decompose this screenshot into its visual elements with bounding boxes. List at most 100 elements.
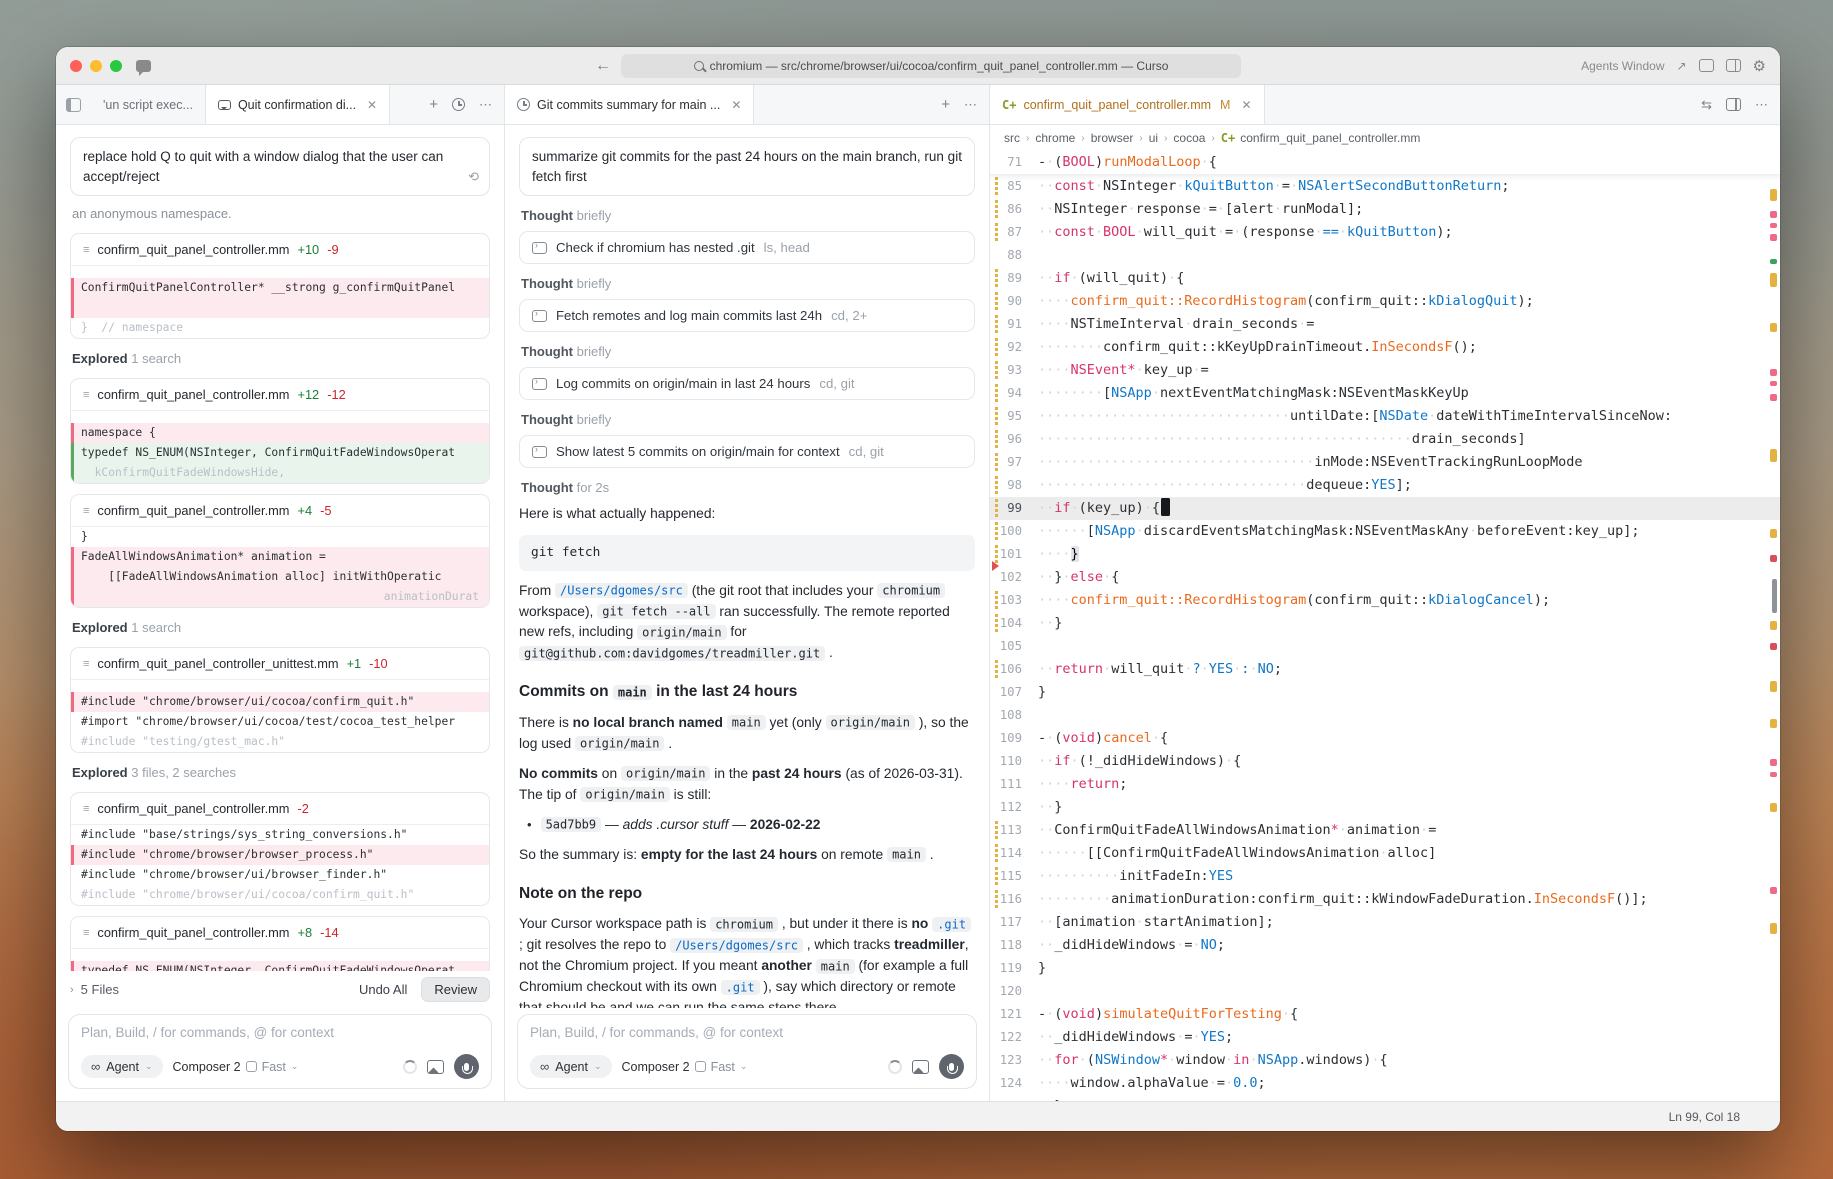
code-line[interactable]: 122··_didHideWindows·=·YES; — [990, 1026, 1780, 1049]
code-line[interactable]: 107} — [990, 681, 1780, 704]
diff-card-header[interactable]: ≡confirm_quit_panel_controller_unittest.… — [71, 648, 489, 680]
code-line[interactable]: 103····confirm_quit::RecordHistogram(con… — [990, 589, 1780, 612]
overview-ruler[interactable] — [1768, 151, 1778, 1101]
close-window-button[interactable] — [70, 60, 82, 72]
code-area[interactable]: 71-·(BOOL)runModalLoop·{ 85··const·NSInt… — [990, 151, 1780, 1101]
undo-all-button[interactable]: Undo All — [359, 982, 407, 997]
diff-card[interactable]: ≡confirm_quit_panel_controller_unittest.… — [70, 647, 490, 753]
code-line[interactable]: 93····NSEvent*·key_up·= — [990, 359, 1780, 382]
code-line[interactable]: 108 — [990, 704, 1780, 727]
breadcrumb-file[interactable]: C+confirm_quit_panel_controller.mm — [1221, 131, 1421, 145]
panel-icon[interactable] — [1699, 59, 1714, 72]
back-arrow-icon[interactable]: ← — [595, 57, 611, 75]
minimize-window-button[interactable] — [90, 60, 102, 72]
history-icon[interactable] — [452, 98, 465, 111]
agent-mode-dropdown[interactable]: ∞ Agent ⌄ — [81, 1055, 163, 1078]
close-tab-icon[interactable]: ✕ — [731, 98, 741, 112]
sidebar-toggle-icon[interactable] — [66, 98, 81, 112]
diff-card[interactable]: ≡confirm_quit_panel_controller.mm+8-14ty… — [70, 916, 490, 971]
voice-input-button[interactable] — [454, 1054, 479, 1079]
model-dropdown[interactable]: Composer 2 Fast ⌄ — [173, 1060, 299, 1074]
chat-bubble-icon[interactable] — [136, 60, 151, 72]
model-dropdown[interactable]: Composer 2 Fast ⌄ — [622, 1060, 748, 1074]
middle-chat-scroll[interactable]: summarize git commits for the past 24 ho… — [505, 125, 989, 1008]
code-line[interactable]: 124····window.alphaValue·=·0.0; — [990, 1072, 1780, 1095]
left-chat-scroll[interactable]: replace hold Q to quit with a window dia… — [56, 125, 504, 971]
code-line[interactable]: 99··if·(key_up)·{ — [990, 497, 1780, 520]
user-prompt[interactable]: summarize git commits for the past 24 ho… — [519, 137, 975, 196]
gear-icon[interactable]: ⚙ — [1753, 57, 1766, 75]
code-line[interactable]: 111····return; — [990, 773, 1780, 796]
agent-mode-dropdown[interactable]: ∞ Agent ⌄ — [530, 1055, 612, 1078]
breadcrumb-segment[interactable]: browser — [1091, 131, 1134, 145]
review-button[interactable]: Review — [421, 977, 490, 1002]
window-title-pill[interactable]: chromium — src/chrome/browser/ui/cocoa/c… — [621, 54, 1241, 78]
code-line[interactable]: 117··[animation·startAnimation]; — [990, 911, 1780, 934]
tab-run-script[interactable]: 'un script exec... — [91, 85, 206, 124]
code-line[interactable]: 86··NSInteger·response·=·[alert·runModal… — [990, 198, 1780, 221]
code-line[interactable]: 112··} — [990, 796, 1780, 819]
code-line[interactable]: 119} — [990, 957, 1780, 980]
breadcrumb[interactable]: src›chrome›browser›ui›cocoa›C+confirm_qu… — [990, 125, 1780, 151]
new-tab-icon[interactable]: + — [429, 96, 438, 113]
code-line[interactable]: 113··ConfirmQuitFadeAllWindowsAnimation*… — [990, 819, 1780, 842]
tool-call-card[interactable]: Fetch remotes and log main commits last … — [519, 299, 975, 332]
code-line[interactable]: 114······[[ConfirmQuitFadeAllWindowsAnim… — [990, 842, 1780, 865]
split-layout-icon[interactable] — [1726, 59, 1741, 72]
code-line[interactable]: 109-·(void)cancel·{ — [990, 727, 1780, 750]
breadcrumb-segment[interactable]: cocoa — [1173, 131, 1205, 145]
code-line[interactable]: 123··for·(NSWindow*·window·in·NSApp.wind… — [990, 1049, 1780, 1072]
more-options-icon[interactable]: ⋯ — [479, 97, 492, 113]
diff-card-header[interactable]: ≡confirm_quit_panel_controller.mm+4-5 — [71, 495, 489, 527]
code-line[interactable]: 125··} — [990, 1095, 1780, 1101]
close-tab-icon[interactable]: ✕ — [1241, 98, 1251, 112]
new-tab-icon[interactable]: + — [941, 96, 950, 113]
code-line[interactable]: 95·······························untilDa… — [990, 405, 1780, 428]
diff-card-header[interactable]: ≡confirm_quit_panel_controller.mm+12-12 — [71, 379, 489, 411]
more-options-icon[interactable]: ⋯ — [964, 97, 977, 113]
tool-call-card[interactable]: Check if chromium has nested .gitls, hea… — [519, 231, 975, 264]
breadcrumb-segment[interactable]: chrome — [1035, 131, 1075, 145]
attach-image-icon[interactable] — [427, 1060, 444, 1074]
tool-call-card[interactable]: Show latest 5 commits on origin/main for… — [519, 435, 975, 468]
diff-card-header[interactable]: ≡confirm_quit_panel_controller.mm-2 — [71, 793, 489, 825]
code-line[interactable]: 105 — [990, 635, 1780, 658]
code-line[interactable]: 100······[NSApp·discardEventsMatchingMas… — [990, 520, 1780, 543]
zoom-window-button[interactable] — [110, 60, 122, 72]
split-editor-icon[interactable] — [1726, 98, 1741, 111]
code-line[interactable]: 101····} — [990, 543, 1780, 566]
code-line[interactable]: 116·········animationDuration:confirm_qu… — [990, 888, 1780, 911]
code-line[interactable]: 104··} — [990, 612, 1780, 635]
agents-window-label[interactable]: Agents Window — [1581, 59, 1664, 73]
middle-composer[interactable]: Plan, Build, / for commands, @ for conte… — [517, 1014, 977, 1089]
code-line[interactable]: 87··const·BOOL·will_quit·=·(response·==·… — [990, 221, 1780, 244]
tab-quit-confirmation[interactable]: Quit confirmation di... ✕ — [206, 85, 390, 124]
tab-editor-file[interactable]: C+ confirm_quit_panel_controller.mm M ✕ — [990, 85, 1265, 124]
diff-card[interactable]: ≡confirm_quit_panel_controller.mm+12-12n… — [70, 378, 490, 484]
close-tab-icon[interactable]: ✕ — [367, 98, 377, 112]
attach-image-icon[interactable] — [912, 1060, 929, 1074]
code-line[interactable]: 106··return·will_quit·?·YES·:·NO; — [990, 658, 1780, 681]
diff-card[interactable]: ≡confirm_quit_panel_controller.mm+10-9Co… — [70, 233, 490, 339]
diff-card[interactable]: ≡confirm_quit_panel_controller.mm+4-5}Fa… — [70, 494, 490, 608]
code-line[interactable]: 90····confirm_quit::RecordHistogram(conf… — [990, 290, 1780, 313]
code-line[interactable]: 91····NSTimeInterval·drain_seconds·= — [990, 313, 1780, 336]
more-actions-icon[interactable]: ⋯ — [1755, 97, 1768, 113]
diff-card[interactable]: ≡confirm_quit_panel_controller.mm-2#incl… — [70, 792, 490, 906]
cursor-position[interactable]: Ln 99, Col 18 — [1669, 1110, 1740, 1124]
code-line[interactable]: 97··································inMo… — [990, 451, 1780, 474]
code-line[interactable]: 92········confirm_quit::kKeyUpDrainTimeo… — [990, 336, 1780, 359]
code-line[interactable]: 115··········initFadeIn:YES — [990, 865, 1780, 888]
code-line[interactable]: 94········[NSApp·nextEventMatchingMask:N… — [990, 382, 1780, 405]
breadcrumb-segment[interactable]: src — [1004, 131, 1020, 145]
user-prompt[interactable]: replace hold Q to quit with a window dia… — [70, 137, 490, 196]
compare-changes-icon[interactable]: ⇆ — [1701, 97, 1712, 113]
code-line[interactable]: 88 — [990, 244, 1780, 267]
chevron-right-icon[interactable]: › — [70, 984, 74, 996]
tool-call-card[interactable]: Log commits on origin/main in last 24 ho… — [519, 367, 975, 400]
code-line[interactable]: 71-·(BOOL)runModalLoop·{ — [990, 151, 1780, 174]
tab-git-commits[interactable]: Git commits summary for main ... ✕ — [505, 85, 754, 124]
breadcrumb-segment[interactable]: ui — [1149, 131, 1158, 145]
voice-input-button[interactable] — [939, 1054, 964, 1079]
code-line[interactable]: 118··_didHideWindows·=·NO; — [990, 934, 1780, 957]
